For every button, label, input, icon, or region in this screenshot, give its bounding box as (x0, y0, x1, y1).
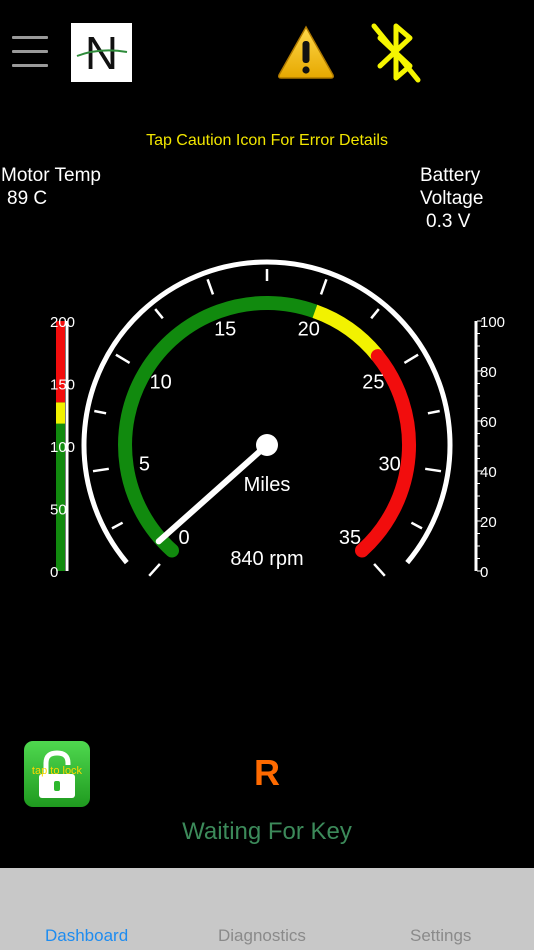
battery-bar-tick-label: 20 (480, 514, 497, 531)
speedometer-major-tick (425, 467, 442, 473)
battery-bar-tick-label: 0 (480, 564, 488, 581)
speedometer-tick-label: 5 (139, 454, 150, 476)
speedometer: 0 5 10 15 20 25 30 35 Miles 840 rpm (81, 259, 453, 577)
key-status-text: Waiting For Key (182, 818, 352, 845)
motor-temp-bar: 200 150 100 50 0 (50, 314, 75, 581)
dashboard-screen: N Tap Caution Icon For Error Details Mot… (0, 0, 534, 950)
speedometer-major-tick (148, 563, 161, 577)
speedometer-tick-label: 30 (378, 454, 400, 476)
temp-bar-tick-label: 150 (50, 377, 75, 394)
speedometer-major-tick (115, 353, 131, 364)
battery-bar-tick-label: 40 (480, 464, 497, 481)
speedometer-unit-label: Miles (244, 474, 291, 496)
temp-bar-tick-label: 200 (50, 314, 75, 331)
speedometer-minor-tick (111, 521, 124, 530)
gear-indicator: R (254, 752, 280, 793)
tab-settings[interactable]: Settings (410, 926, 471, 946)
speedometer-major-tick (206, 278, 215, 295)
tab-bar: Dashboard Diagnostics Settings (0, 868, 534, 950)
tab-dashboard[interactable]: Dashboard (45, 926, 128, 946)
speedometer-minor-tick (370, 308, 380, 320)
rpm-readout: 840 rpm (230, 548, 303, 570)
speedometer-band (312, 304, 384, 361)
speedometer-major-tick (373, 563, 386, 577)
gauge-panel: 200150100500 100806040200 051015 20253035… (50, 259, 505, 581)
speedometer-major-tick (403, 353, 419, 364)
temp-bar-tick-label: 100 (50, 439, 75, 456)
battery-bar-tick-label: 100 (480, 314, 505, 331)
speedometer-minor-tick (94, 409, 107, 415)
speedometer-tick-label: 0 (178, 527, 189, 549)
temp-bar-tick-label: 0 (50, 564, 58, 581)
speedometer-tick-label: 25 (362, 371, 384, 393)
speedometer-minor-tick (427, 409, 440, 415)
needle-hub (256, 434, 278, 456)
battery-bar-tick-label: 60 (480, 414, 497, 431)
tab-diagnostics[interactable]: Diagnostics (218, 926, 306, 946)
speedometer-minor-tick (154, 308, 164, 320)
temp-bar-band (56, 402, 65, 424)
temp-bar-tick-label: 50 (50, 502, 67, 519)
speedometer-minor-tick (410, 521, 423, 530)
speedometer-major-tick (92, 467, 109, 473)
battery-level-bar: 100 80 60 40 20 0 (474, 314, 505, 581)
battery-bar-tick-label: 80 (480, 364, 497, 381)
speedometer-tick-label: 20 (298, 318, 320, 340)
speedometer-tick-label: 15 (214, 318, 236, 340)
speedometer-major-tick (319, 278, 328, 295)
speedometer-tick-label: 35 (339, 527, 361, 549)
speedometer-tick-label: 10 (149, 371, 171, 393)
